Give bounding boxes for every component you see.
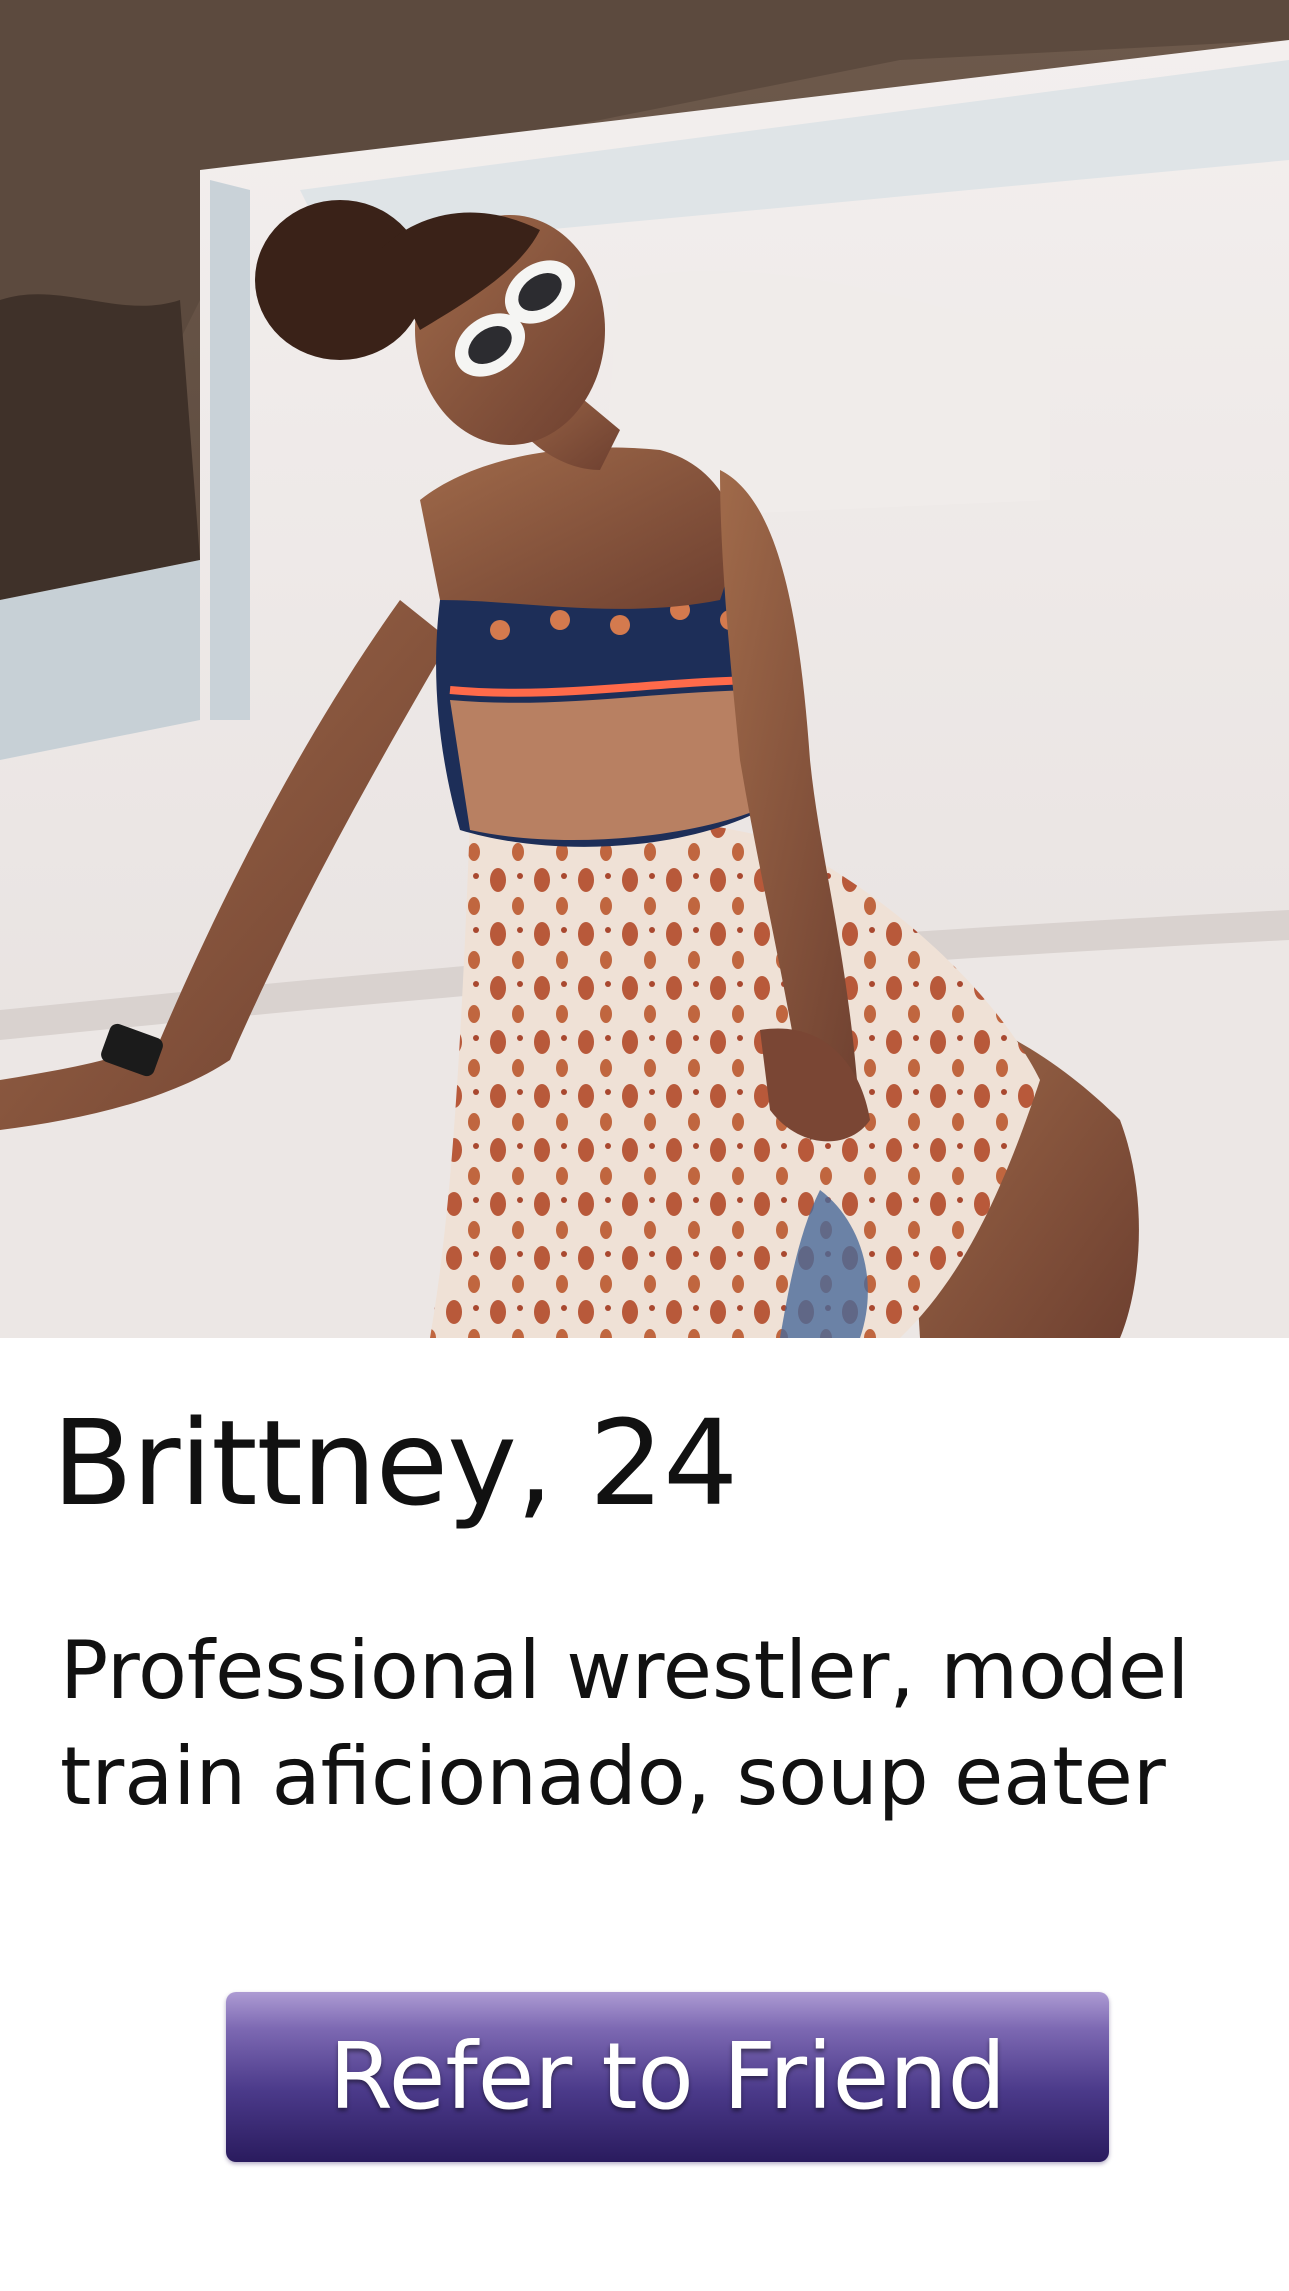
profile-name-age: Brittney, 24	[52, 1394, 738, 1532]
profile-bio-line: train aficionado, soup eater	[60, 1730, 1166, 1823]
profile-bio: Professional wrestler, model train afici…	[60, 1618, 1240, 1830]
profile-photo-image	[0, 0, 1289, 1338]
profile-bio-line: Professional wrestler, model	[60, 1624, 1190, 1717]
refer-to-friend-button[interactable]: Refer to Friend	[226, 1992, 1109, 2162]
profile-photo	[0, 0, 1289, 1338]
